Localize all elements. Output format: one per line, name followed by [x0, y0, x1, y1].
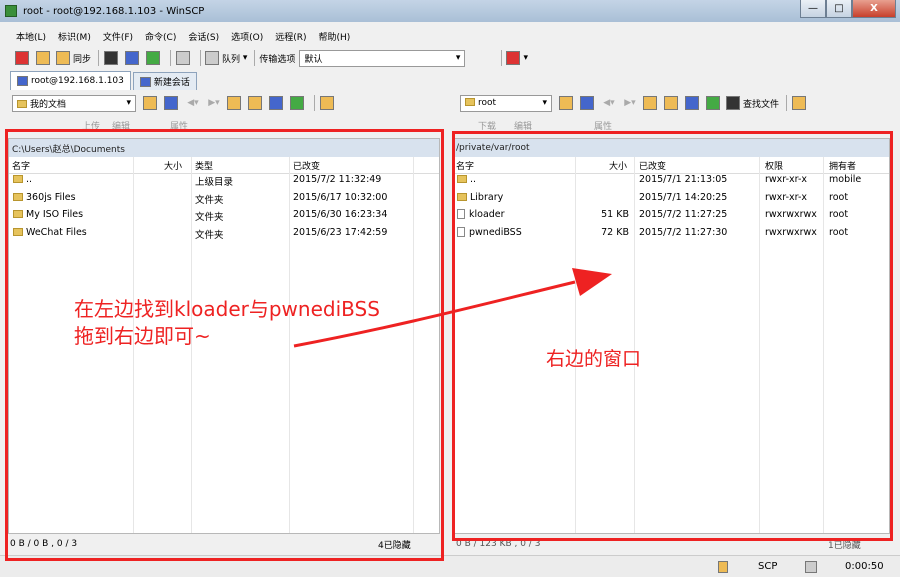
annotation-arrow [293, 268, 612, 348]
winscp-window: root - root@192.168.1.103 - WinSCP — □ X… [0, 0, 900, 577]
